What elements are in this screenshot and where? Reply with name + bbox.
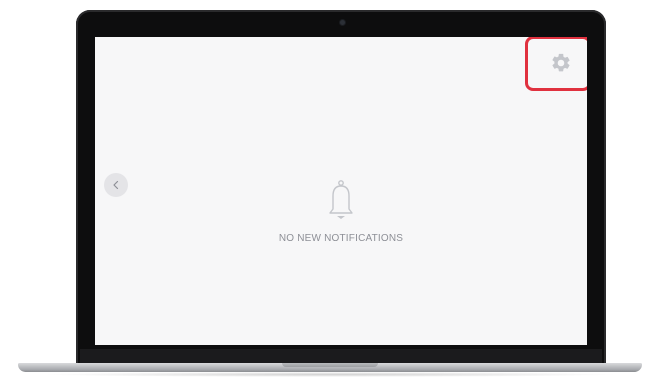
gear-icon — [552, 53, 570, 72]
camera — [340, 20, 345, 25]
empty-state-message: NO NEW NOTIFICATIONS — [278, 233, 404, 244]
notifications-screen: NO NEW NOTIFICATIONS — [95, 37, 587, 345]
laptop-bottom-bezel — [80, 349, 602, 363]
empty-state: NO NEW NOTIFICATIONS — [95, 179, 587, 244]
laptop-base-notch — [282, 363, 378, 367]
laptop-mockup: NO NEW NOTIFICATIONS — [0, 0, 660, 380]
bell-icon — [329, 180, 353, 219]
laptop-shadow — [40, 372, 620, 377]
settings-button[interactable] — [550, 52, 572, 74]
